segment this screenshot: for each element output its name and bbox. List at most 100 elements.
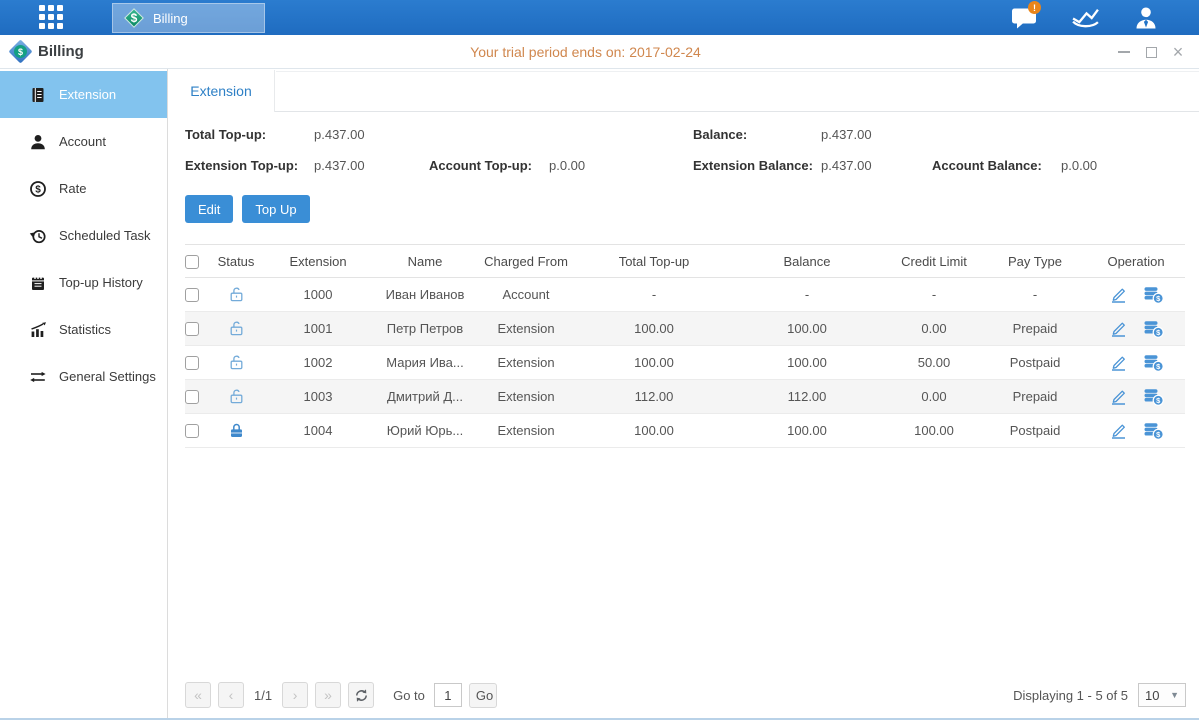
page-size-value: 10 [1145,688,1159,703]
cell-name: Иван Иванов [377,278,473,312]
extension-balance-label: Extension Balance: [693,158,821,173]
window-title: Billing [10,41,84,62]
row-checkbox[interactable] [185,390,199,404]
apps-grid-button[interactable] [39,5,65,31]
row-checkbox[interactable] [185,424,199,438]
taskbar-billing-tab[interactable]: Billing [112,3,265,33]
maximize-icon[interactable] [1144,45,1158,59]
topup-row-button[interactable]: $ [1143,320,1164,338]
column-header-extension: Extension [259,245,377,278]
sidebar-item-rate[interactable]: $ Rate [0,165,167,212]
edit-row-button[interactable] [1108,422,1128,440]
cell-extension: 1004 [259,414,377,448]
cell-extension: 1003 [259,380,377,414]
extension-table-body: 1000Иван ИвановAccount----$1001Петр Петр… [185,278,1185,448]
edit-button[interactable]: Edit [185,195,233,223]
svg-text:$: $ [35,184,41,195]
trial-notice: Your trial period ends on: 2017-02-24 [470,44,701,60]
total-topup-value: p.437.00 [314,127,365,142]
sidebar-item-statistics[interactable]: Statistics [0,306,167,353]
next-page-button[interactable]: › [282,682,308,708]
window-title-text: Billing [38,43,84,60]
cell-balance: - [729,278,885,312]
content-spacer [168,448,1199,682]
clock-history-icon [29,227,47,245]
chevron-down-icon: ▼ [1170,690,1179,700]
topup-row-button[interactable]: $ [1143,354,1164,372]
cell-total-topup: - [579,278,729,312]
sidebar-item-account[interactable]: Account [0,118,167,165]
cell-pay-type: Postpaid [983,346,1087,380]
column-header-balance: Balance [729,245,885,278]
column-header-charged-from: Charged From [473,245,579,278]
notification-badge: ! [1028,1,1041,14]
close-icon[interactable]: × [1171,45,1185,59]
extension-table: StatusExtensionNameCharged FromTotal Top… [185,244,1185,448]
cell-balance: 100.00 [729,414,885,448]
sidebar-item-label: Rate [59,181,86,196]
first-page-button[interactable]: « [185,682,211,708]
last-page-button[interactable]: » [315,682,341,708]
goto-page-input[interactable] [434,683,462,707]
ledger-icon [29,86,47,104]
edit-row-button[interactable] [1108,286,1128,304]
cell-pay-type: - [983,278,1087,312]
taskbar: Billing ! [0,0,1199,35]
messages-button[interactable]: ! [1009,4,1039,31]
stats-icon [29,321,47,339]
account-topup-value: p.0.00 [549,158,585,173]
table-row: 1003Дмитрий Д...Extension112.00112.000.0… [185,380,1185,414]
minimize-icon[interactable] [1117,45,1131,59]
extension-table-wrap: StatusExtensionNameCharged FromTotal Top… [185,244,1186,448]
cell-name: Юрий Юрь... [377,414,473,448]
extension-panel: Total Top-up: p.437.00 Balance: p.437.00… [185,119,1186,448]
summary-row-1: Total Top-up: p.437.00 Balance: p.437.00 [185,119,1186,150]
sidebar-item-scheduled-task[interactable]: Scheduled Task [0,212,167,259]
go-button[interactable]: Go [469,683,497,708]
sidebar-item-extension[interactable]: Extension [0,71,167,118]
top-up-button[interactable]: Top Up [242,195,309,223]
notebook-icon [29,274,47,292]
column-header-operation: Operation [1087,245,1185,278]
sidebar-item-general-settings[interactable]: General Settings [0,353,167,400]
total-topup-label: Total Top-up: [185,127,314,142]
column-header-name: Name [377,245,473,278]
sidebar-item-label: Scheduled Task [59,228,151,243]
column-header-credit-limit: Credit Limit [885,245,983,278]
extension-topup-value: p.437.00 [314,158,429,173]
displaying-text: Displaying 1 - 5 of 5 [1013,688,1128,703]
cell-name: Мария Ива... [377,346,473,380]
topup-row-button[interactable]: $ [1143,422,1164,440]
topup-row-button[interactable]: $ [1143,286,1164,304]
edit-row-button[interactable] [1108,354,1128,372]
person-icon [29,133,47,151]
select-all-checkbox[interactable] [185,255,199,269]
cell-credit-limit: - [885,278,983,312]
sidebar-item-label: General Settings [59,369,156,384]
cell-pay-type: Prepaid [983,312,1087,346]
reports-button[interactable] [1070,4,1100,31]
page-size-select[interactable]: 10 ▼ [1138,683,1186,707]
sidebar-item-top-up-history[interactable]: Top-up History [0,259,167,306]
row-checkbox[interactable] [185,322,199,336]
prev-page-button[interactable]: ‹ [218,682,244,708]
edit-row-button[interactable] [1108,320,1128,338]
topup-row-button[interactable]: $ [1143,388,1164,406]
dollar-circle-icon: $ [29,180,47,198]
extension-topup-label: Extension Top-up: [185,158,314,173]
table-row: 1004Юрий Юрь...Extension100.00100.00100.… [185,414,1185,448]
tab-extension[interactable]: Extension [168,70,275,112]
billing-app-window: Billing ! [0,0,1199,720]
taskbar-tab-label: Billing [153,11,188,26]
cell-charged-from: Extension [473,380,579,414]
extension-balance-value: p.437.00 [821,158,932,173]
cell-total-topup: 100.00 [579,414,729,448]
row-checkbox[interactable] [185,356,199,370]
refresh-button[interactable] [348,682,374,708]
user-menu-button[interactable] [1131,4,1161,31]
account-topup-label: Account Top-up: [429,158,549,173]
edit-row-button[interactable] [1108,388,1128,406]
row-checkbox[interactable] [185,288,199,302]
cell-charged-from: Account [473,278,579,312]
cell-name: Дмитрий Д... [377,380,473,414]
